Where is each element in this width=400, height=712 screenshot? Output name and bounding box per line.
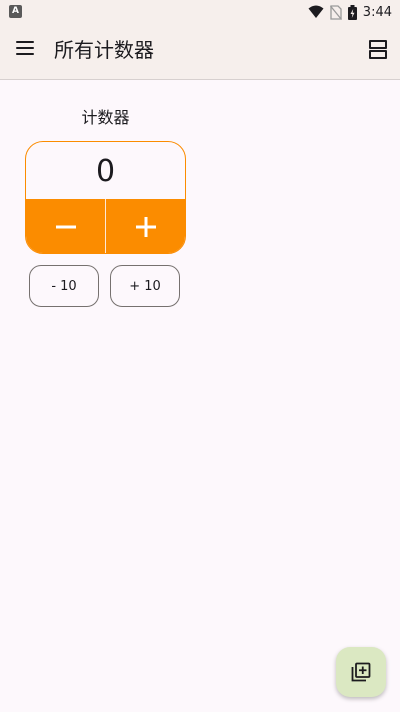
- plus-ten-button[interactable]: + 10: [110, 265, 180, 307]
- status-icons: 3:44: [308, 3, 392, 21]
- plus-ten-label: + 10: [129, 278, 161, 294]
- plus-icon: [135, 217, 156, 237]
- minus-icon: [55, 225, 76, 229]
- increment-button[interactable]: [106, 199, 185, 253]
- counter-value: 0: [95, 154, 116, 189]
- page-title: 所有计数器: [54, 38, 154, 62]
- counter-buttons: [26, 199, 185, 253]
- counter-title: 计数器: [81, 108, 130, 127]
- status-time: 3:44: [362, 4, 392, 20]
- minus-ten-button[interactable]: - 10: [29, 265, 99, 307]
- status-bar: A 3:44: [0, 0, 400, 24]
- add-counter-fab[interactable]: [336, 647, 386, 697]
- counter-divider: [105, 199, 106, 253]
- app-bar: 所有计数器: [0, 24, 400, 80]
- battery-charging-icon: [347, 4, 357, 20]
- wifi-icon: [308, 5, 324, 18]
- add-to-collection-icon: [351, 662, 371, 682]
- menu-icon[interactable]: [16, 41, 34, 55]
- decrement-button[interactable]: [26, 199, 105, 253]
- counter-card: 0: [25, 141, 186, 254]
- minus-ten-label: - 10: [51, 278, 77, 294]
- a-letter-icon: A: [9, 5, 22, 18]
- no-sim-icon: [329, 4, 342, 20]
- view-agenda-icon[interactable]: [369, 39, 387, 59]
